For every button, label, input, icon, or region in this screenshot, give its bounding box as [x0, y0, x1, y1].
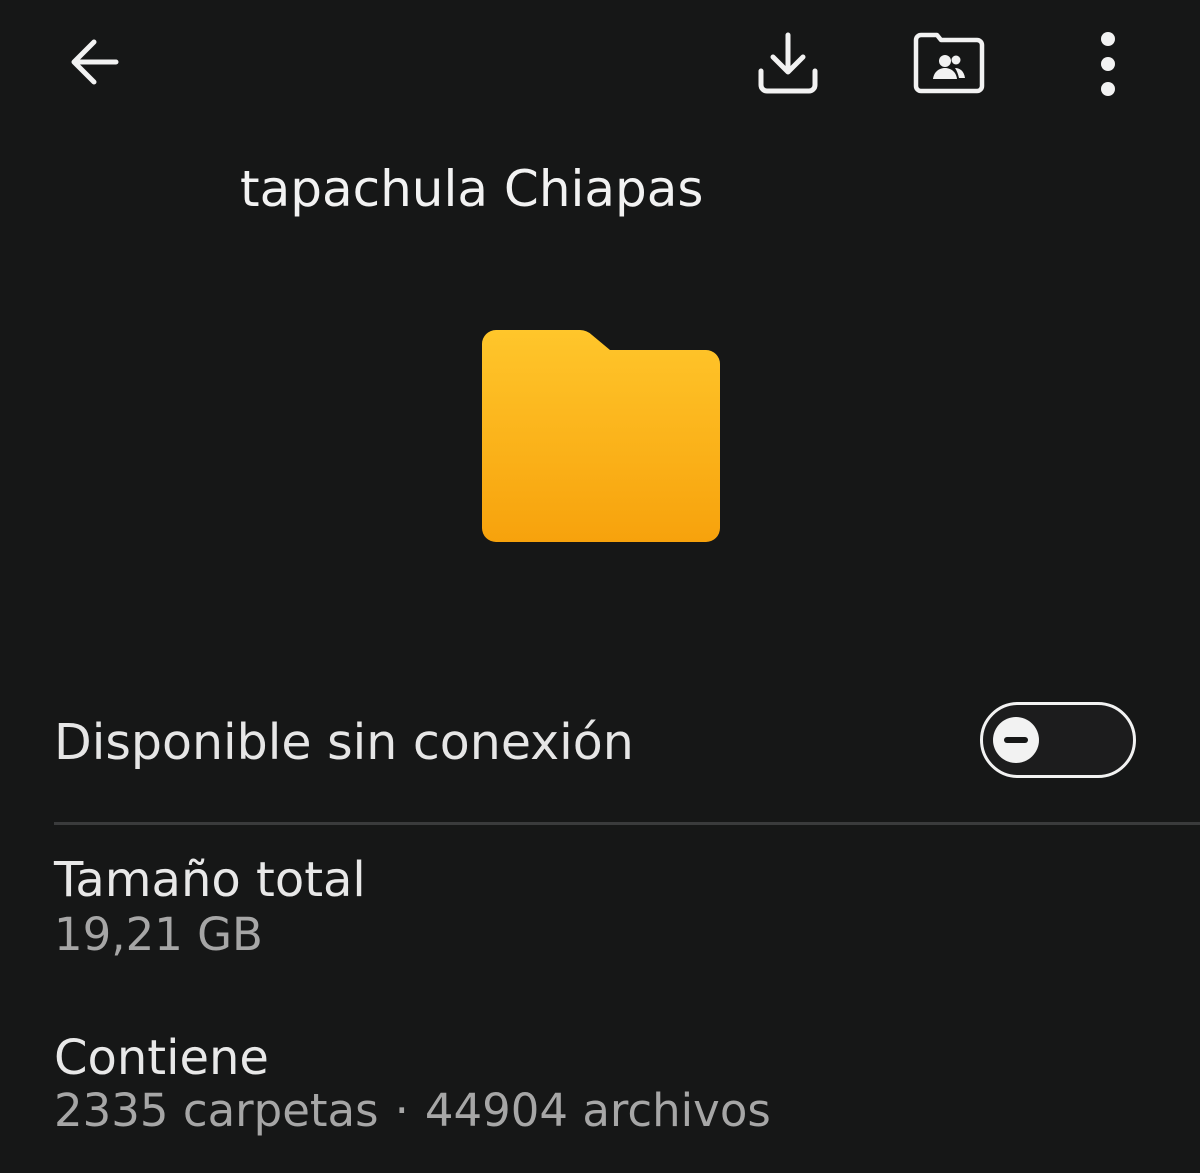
- file-count: 44904 archivos: [424, 1084, 771, 1137]
- folder-icon: [480, 328, 724, 550]
- toggle-thumb-minus-icon: [993, 717, 1039, 763]
- separator-dot: ·: [394, 1084, 409, 1137]
- more-vertical-icon: [1101, 32, 1115, 96]
- folder-title: tapachula Chiapas: [240, 160, 704, 218]
- arrow-left-icon: [71, 39, 119, 85]
- more-options-button[interactable]: [1078, 22, 1138, 102]
- offline-toggle[interactable]: [980, 702, 1136, 778]
- offline-row: Disponible sin conexión: [54, 702, 1136, 784]
- shared-folder-button[interactable]: [908, 22, 990, 102]
- total-size-value: 19,21 GB: [54, 908, 263, 961]
- contains-label: Contiene: [54, 1030, 269, 1086]
- folder-count: 2335 carpetas: [54, 1084, 379, 1137]
- download-icon: [758, 32, 818, 94]
- folder-shared-icon: [913, 32, 985, 94]
- offline-label: Disponible sin conexión: [54, 714, 634, 771]
- back-button[interactable]: [54, 22, 134, 102]
- divider: [54, 822, 1200, 825]
- contains-value: 2335 carpetas · 44904 archivos: [54, 1084, 771, 1137]
- download-button[interactable]: [748, 22, 828, 102]
- total-size-label: Tamaño total: [54, 852, 366, 908]
